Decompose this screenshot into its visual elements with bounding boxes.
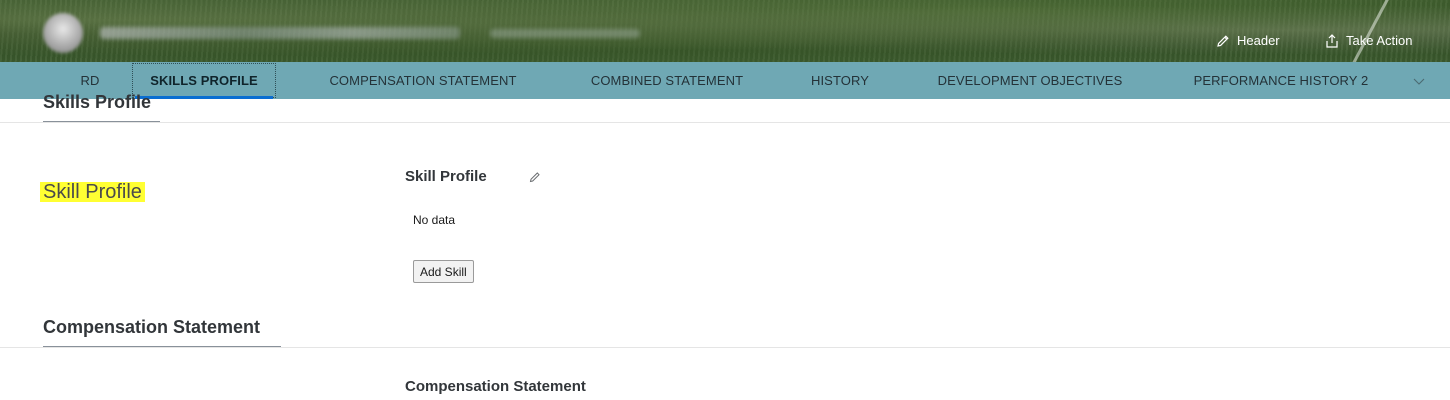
tab-compensation-statement[interactable]: COMPENSATION STATEMENT [318,62,528,99]
skill-profile-block-title: Skill Profile [405,168,487,185]
pencil-icon [1217,34,1229,47]
take-action-button[interactable]: Take Action [1325,33,1413,48]
tab-skills-profile[interactable]: SKILLS PROFILE [132,63,276,99]
section-divider [0,122,1450,123]
tab-label: DEVELOPMENT OBJECTIVES [937,73,1123,88]
compensation-statement-block-title: Compensation Statement [405,378,586,395]
employee-role-redacted [490,29,640,38]
header-banner: Header Take Action [0,0,1450,62]
tab-label: COMBINED STATEMENT [590,73,744,88]
tab-combined-statement[interactable]: COMBINED STATEMENT [580,62,754,99]
tab-label: SKILLS PROFILE [150,73,258,88]
edit-pencil-icon[interactable] [529,171,541,183]
banner-field-line [1346,0,1391,62]
section-title-skills-profile: Skills Profile [43,92,152,112]
avatar [43,13,83,53]
employee-name-redacted [100,27,460,39]
tab-label: HISTORY [810,73,869,88]
share-icon [1326,33,1338,48]
tab-label: PERFORMANCE HISTORY 2 [1193,73,1369,88]
tab-performance-history-2[interactable]: PERFORMANCE HISTORY 2 [1183,62,1379,99]
header-button-label: Header [1237,33,1280,48]
add-skill-button[interactable]: Add Skill [413,260,474,283]
chevron-down-icon[interactable] [1412,74,1426,88]
no-data-text: No data [413,213,456,227]
highlighted-skill-profile-label: Skill Profile [40,182,145,202]
section-title-compensation-statement: Compensation Statement [43,317,261,337]
tab-history[interactable]: HISTORY [802,62,878,99]
tab-label: COMPENSATION STATEMENT [329,73,517,88]
section-divider [0,347,1450,348]
section-tabs: RD SKILLS PROFILE COMPENSATION STATEMENT… [0,62,1450,99]
tab-label: RD [80,73,100,88]
tab-development-objectives[interactable]: DEVELOPMENT OBJECTIVES [927,62,1133,99]
take-action-label: Take Action [1346,33,1413,48]
header-button[interactable]: Header [1216,33,1280,48]
